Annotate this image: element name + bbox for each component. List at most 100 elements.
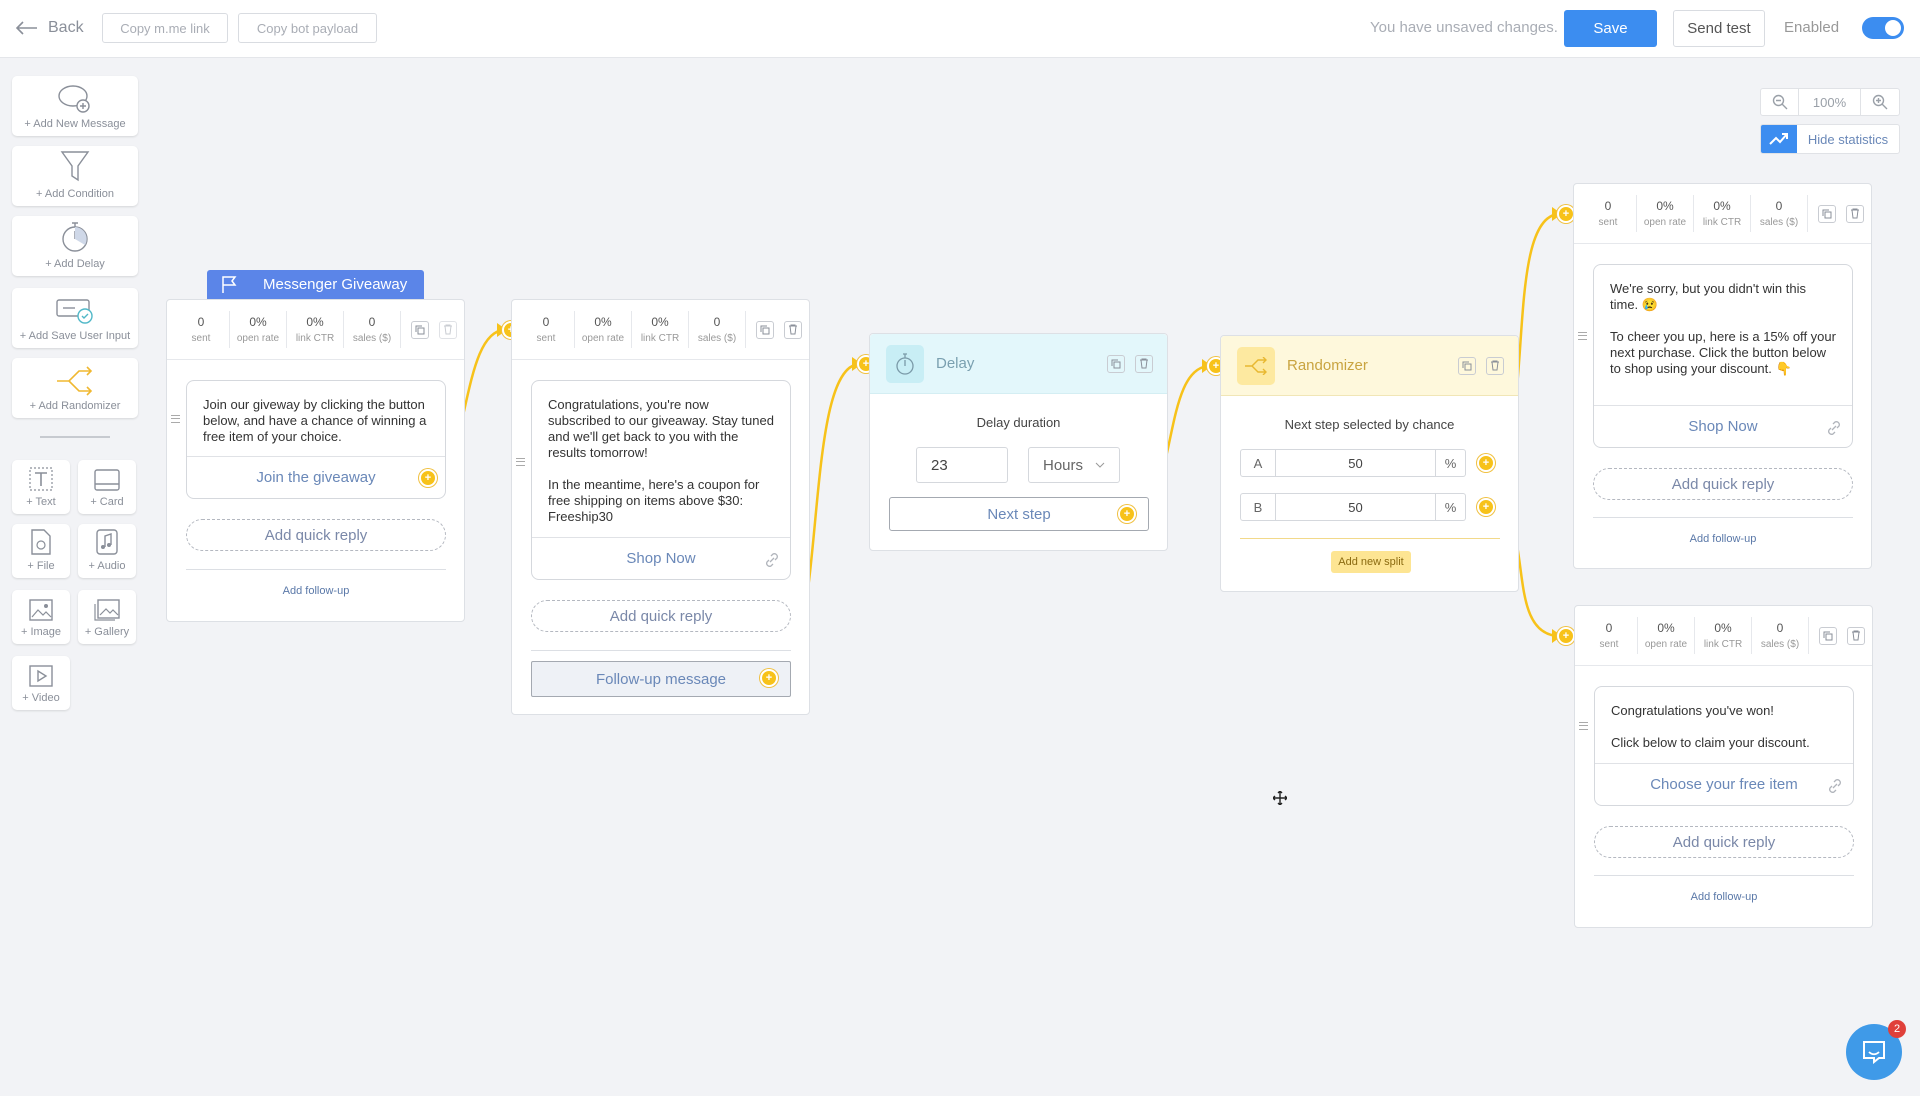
stat-open-rate: 0% open rate bbox=[575, 311, 632, 348]
stat-open-rate: 0% open rate bbox=[1638, 617, 1695, 654]
node3-stats: 0 sent 0% open rate 0% link CTR 0 sales ($) bbox=[1574, 184, 1871, 244]
message-text: Congratulations, you're now subscribed t… bbox=[548, 397, 774, 524]
randomizer-actions bbox=[1458, 356, 1504, 375]
drag-handle[interactable] bbox=[1578, 332, 1587, 340]
trash-icon[interactable] bbox=[439, 320, 457, 339]
button-label: Join the giveaway bbox=[256, 469, 376, 486]
stat-value: 0 bbox=[197, 315, 205, 329]
trash-icon[interactable] bbox=[1486, 356, 1504, 375]
next-step-button[interactable]: Next step bbox=[889, 497, 1149, 531]
node1-actions bbox=[411, 320, 457, 339]
button-connector-dot[interactable]: + bbox=[419, 469, 437, 487]
node4-actions bbox=[1819, 626, 1865, 645]
stat-label: sent bbox=[191, 333, 211, 344]
delay-unit-value: Hours bbox=[1043, 456, 1084, 474]
delay-value-input[interactable]: 23 bbox=[916, 447, 1008, 483]
message-button[interactable]: Shop Now bbox=[532, 537, 790, 579]
message-text: Join our giveway by clicking the button … bbox=[203, 397, 427, 444]
split-arrows-icon bbox=[1245, 356, 1267, 375]
copy-icon[interactable] bbox=[756, 320, 774, 339]
stat-value: 0% bbox=[651, 315, 669, 329]
next-step-label: Next step bbox=[987, 505, 1051, 523]
stat-value: 0% bbox=[594, 315, 612, 329]
text-message-card[interactable]: We're sorry, but you didn't win this tim… bbox=[1593, 264, 1853, 448]
message-text: We're sorry, but you didn't win this tim… bbox=[1610, 281, 1836, 376]
randomizer-icon-box bbox=[1237, 346, 1275, 385]
link-icon bbox=[766, 553, 778, 567]
add-quick-reply-button[interactable]: Add quick reply bbox=[186, 519, 446, 551]
delay-actions bbox=[1107, 354, 1153, 373]
copy-icon[interactable] bbox=[1107, 354, 1125, 373]
stat-sales: 0 sales ($) bbox=[1751, 195, 1808, 232]
message-button[interactable]: Join the giveaway bbox=[187, 456, 445, 498]
randomizer-header: Randomizer bbox=[1221, 336, 1518, 396]
separator bbox=[531, 650, 791, 651]
delay-header: Delay bbox=[870, 334, 1167, 394]
add-quick-reply-button[interactable]: Add quick reply bbox=[1594, 826, 1854, 858]
split-b-connector-dot[interactable]: + bbox=[1477, 498, 1495, 516]
split-value-input[interactable]: 50 bbox=[1276, 449, 1436, 477]
stat-link-ctr: 0% link CTR bbox=[1695, 617, 1752, 654]
add-quick-reply-button[interactable]: Add quick reply bbox=[1593, 468, 1853, 500]
trash-icon[interactable] bbox=[1135, 354, 1153, 373]
split-a-connector-dot[interactable]: + bbox=[1477, 454, 1495, 472]
randomizer-node[interactable]: Randomizer Next step selected by chance … bbox=[1220, 335, 1519, 592]
node4-input-dot[interactable]: + bbox=[1557, 627, 1575, 645]
add-quick-reply-button[interactable]: Add quick reply bbox=[531, 600, 791, 632]
add-follow-up-button[interactable]: Add follow-up bbox=[271, 581, 361, 601]
stat-label: sales ($) bbox=[1759, 217, 1799, 228]
flag-title: Messenger Giveaway bbox=[263, 276, 408, 293]
stat-label: sent bbox=[1598, 217, 1618, 228]
copy-icon[interactable] bbox=[411, 320, 429, 339]
follow-up-connector-dot[interactable]: + bbox=[760, 669, 778, 687]
randomizer-label: Next step selected by chance bbox=[1284, 417, 1455, 432]
stat-value: 0 bbox=[1605, 621, 1613, 635]
copy-icon[interactable] bbox=[1818, 204, 1836, 223]
add-follow-up-button[interactable]: Add follow-up bbox=[1678, 529, 1768, 549]
message-button[interactable]: Choose your free item bbox=[1595, 763, 1853, 805]
text-message-card[interactable]: Congratulations, you're now subscribed t… bbox=[531, 380, 791, 580]
add-new-split-button[interactable]: Add new split bbox=[1331, 551, 1411, 573]
message-node-2[interactable]: 0 sent 0% open rate 0% link CTR 0 sales ($) … bbox=[511, 299, 810, 715]
stat-label: open rate bbox=[1643, 217, 1687, 228]
split-percent: % bbox=[1436, 493, 1466, 521]
message-button[interactable]: Shop Now bbox=[1594, 405, 1852, 447]
copy-icon[interactable] bbox=[1819, 626, 1837, 645]
add-follow-up-button[interactable]: Add follow-up bbox=[1679, 887, 1769, 907]
message-node-4[interactable]: 0 sent 0% open rate 0% link CTR 0 sales ($) … bbox=[1574, 605, 1873, 928]
message-node-1[interactable]: 0 sent 0% open rate 0% link CTR 0 sales ($) … bbox=[166, 299, 465, 622]
stat-label: open rate bbox=[581, 333, 625, 344]
stat-sent: 0 sent bbox=[518, 311, 575, 348]
text-message-card[interactable]: Join our giveway by clicking the button … bbox=[186, 380, 446, 499]
stat-label: link CTR bbox=[295, 333, 335, 344]
split-value-input[interactable]: 50 bbox=[1276, 493, 1436, 521]
follow-up-message-button[interactable]: Follow-up message bbox=[531, 661, 791, 697]
delay-node[interactable]: Delay Delay duration 23 Hours Next step … bbox=[869, 333, 1168, 551]
drag-handle[interactable] bbox=[171, 415, 180, 423]
stat-label: sales ($) bbox=[352, 333, 392, 344]
separator bbox=[1594, 875, 1854, 876]
trash-icon[interactable] bbox=[1847, 626, 1865, 645]
stat-label: open rate bbox=[236, 333, 280, 344]
message-node-3[interactable]: 0 sent 0% open rate 0% link CTR 0 sales ($) … bbox=[1573, 183, 1872, 569]
copy-icon[interactable] bbox=[1458, 356, 1476, 375]
split-row-a: A 50 % bbox=[1240, 449, 1466, 477]
drag-handle[interactable] bbox=[1579, 722, 1588, 730]
node3-actions bbox=[1818, 204, 1864, 223]
trash-icon[interactable] bbox=[1846, 204, 1864, 223]
text-message-card[interactable]: Congratulations you've won! Click below … bbox=[1594, 686, 1854, 806]
split-percent: % bbox=[1436, 449, 1466, 477]
start-flag-bar[interactable]: Messenger Giveaway bbox=[207, 270, 424, 299]
delay-duration-label: Delay duration bbox=[976, 415, 1061, 430]
flag-icon bbox=[222, 275, 237, 293]
chat-icon bbox=[1863, 1041, 1885, 1064]
stat-sent: 0 sent bbox=[1580, 195, 1637, 232]
trash-icon[interactable] bbox=[784, 320, 802, 339]
drag-handle[interactable] bbox=[516, 458, 525, 466]
separator bbox=[1240, 538, 1500, 539]
next-step-connector-dot[interactable]: + bbox=[1118, 505, 1136, 523]
stat-label: sent bbox=[1599, 639, 1619, 650]
split-row-b: B 50 % bbox=[1240, 493, 1466, 521]
delay-unit-select[interactable]: Hours bbox=[1028, 447, 1120, 483]
stat-label: link CTR bbox=[1703, 639, 1743, 650]
